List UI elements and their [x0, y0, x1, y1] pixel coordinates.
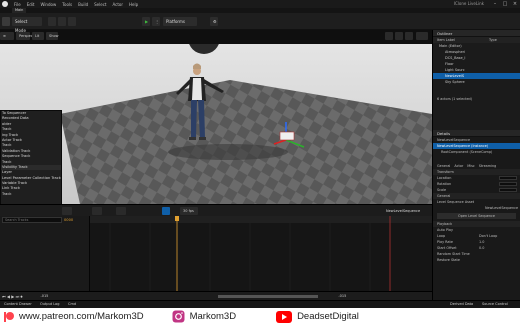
add-track-menu: To Sequencer Recorded Data older Track i…: [0, 110, 62, 212]
lit-button[interactable]: Lit: [32, 32, 44, 40]
sequence-name: NewLevelSequence: [386, 209, 421, 213]
outliner-header-type[interactable]: Type: [489, 37, 497, 43]
play-options-icon[interactable]: ⋮: [152, 17, 160, 26]
main-toolbar: Select Mode ▶ ⋮ Platforms ⚙: [0, 13, 520, 33]
outliner-header-label[interactable]: Item Label: [437, 38, 455, 42]
play-rate-label: Play Rate: [437, 240, 453, 244]
menu-select[interactable]: Select: [94, 2, 106, 7]
youtube-handle[interactable]: DeadsetDigital: [297, 311, 359, 322]
show-button[interactable]: Show: [46, 32, 58, 40]
lit-label: Lit: [35, 34, 40, 38]
scale-field[interactable]: [499, 188, 517, 192]
level-viewport[interactable]: [0, 44, 432, 204]
sky-sphere-gizmo: [189, 44, 219, 54]
timeline-grid[interactable]: [90, 216, 432, 291]
rotation-label: Rotation: [437, 182, 452, 186]
sequencer-transport: ⏮ ◀ ▶ ⏭ ⏺ -015 -015: [0, 291, 432, 300]
show-label: Show: [49, 34, 59, 38]
derived-data-button[interactable]: Derived Data: [450, 302, 473, 306]
fps-label: 30 fps: [183, 209, 194, 213]
source-control-button[interactable]: Source Control: [482, 302, 508, 306]
instagram-icon: [172, 310, 185, 323]
instagram-handle[interactable]: Markom3D: [190, 311, 236, 322]
key-icon[interactable]: [92, 207, 102, 215]
maximize-icon[interactable]: □: [502, 1, 508, 7]
location-field[interactable]: [499, 176, 517, 180]
menu-item-track-4[interactable]: Track: [1, 192, 61, 197]
start-offset-label: Start Offset: [437, 246, 457, 250]
select-mode-dropdown[interactable]: Select Mode: [12, 17, 42, 33]
fps-dropdown[interactable]: 30 fps: [180, 207, 198, 215]
sequencer-toolbar: 30 fps NewLevelSequence: [0, 204, 432, 216]
unreal-logo-icon[interactable]: [2, 1, 8, 7]
transport-controls[interactable]: ⏮ ◀ ▶ ⏭ ⏺: [2, 294, 22, 299]
outliner-count: 6 actors (1 selected): [437, 97, 473, 101]
menu-tools[interactable]: Tools: [62, 2, 72, 7]
menu-file[interactable]: File: [14, 2, 21, 7]
outliner-title: Outliner: [433, 30, 520, 37]
patreon-url[interactable]: www.patreon.com/Markom3D: [19, 311, 144, 322]
window-controls: – □ ×: [492, 0, 518, 8]
current-frame: 0000: [64, 218, 74, 222]
snap-icon[interactable]: [116, 207, 126, 215]
checker-floor: [60, 80, 432, 204]
menu-window[interactable]: Window: [40, 2, 56, 7]
scale-label: Scale: [437, 188, 447, 192]
menu-bar: File Edit Window Tools Build Select Acto…: [0, 0, 520, 8]
viewport-toolbar: ≡ Perspective Lit Show: [0, 30, 432, 44]
menu-edit[interactable]: Edit: [27, 2, 35, 7]
cmd-button[interactable]: Cmd: [68, 302, 76, 306]
timecode-right: -015: [338, 294, 347, 298]
viewport-menu-button[interactable]: ≡: [0, 32, 14, 40]
blueprint-icon[interactable]: [58, 17, 66, 26]
details-title: Details: [433, 130, 520, 137]
auto-play-label: Auto Play: [437, 228, 454, 232]
minimize-icon[interactable]: –: [492, 1, 498, 7]
location-label: Location: [437, 176, 452, 180]
save-icon[interactable]: [2, 17, 10, 26]
outliner-panel: Outliner Item Label Type Main (Editor) A…: [432, 30, 520, 130]
sequencer-track-area: Search Tracks 0000: [0, 216, 432, 291]
asset-label: Level Sequence Asset: [437, 200, 475, 204]
grid-snap-icon[interactable]: [385, 32, 393, 40]
close-icon[interactable]: ×: [512, 1, 518, 7]
cinematics-icon[interactable]: [68, 17, 76, 26]
content-drawer-button[interactable]: Content Drawer: [4, 302, 32, 306]
menu-actor[interactable]: Actor: [112, 2, 123, 7]
asset-value[interactable]: NewLevelSequence: [433, 205, 520, 211]
settings-icon[interactable]: ⚙: [210, 17, 218, 26]
snap-toggle-icon[interactable]: [162, 207, 170, 215]
play-icon[interactable]: ▶: [142, 17, 150, 26]
menu-help[interactable]: Help: [129, 2, 138, 7]
platforms-dropdown[interactable]: Platforms: [163, 17, 197, 26]
viewport-scene: [60, 44, 432, 204]
restore-state-row[interactable]: Restore State: [433, 257, 520, 263]
social-banner: www.patreon.com/Markom3D Markom3D Deadse…: [0, 308, 520, 325]
youtube-icon: [276, 310, 293, 323]
open-level-sequence-button[interactable]: Open Level Sequence: [437, 213, 516, 219]
rotation-field[interactable]: [499, 182, 517, 186]
details-panel: Details NewLevelSequence NewLevelSequenc…: [432, 130, 520, 300]
rotation-snap-icon[interactable]: [395, 32, 403, 40]
platforms-label: Platforms: [166, 19, 185, 24]
timecode-left: -015: [40, 294, 49, 298]
outliner-header: Item Label Type: [433, 37, 520, 43]
track-list: Search Tracks 0000: [0, 216, 90, 291]
character-shadow: [168, 144, 288, 160]
details-root-component[interactable]: RootComponent (SceneComp): [433, 149, 520, 155]
timeline-scrollbar[interactable]: [218, 294, 319, 298]
scale-snap-icon[interactable]: [405, 32, 413, 40]
outliner-row[interactable]: Sky Sphere: [433, 79, 520, 85]
camera-speed-icon[interactable]: [416, 32, 428, 40]
output-log-button[interactable]: Output Log: [40, 302, 60, 306]
menu-build[interactable]: Build: [78, 2, 88, 7]
patreon-icon: [4, 311, 14, 322]
add-content-icon[interactable]: [48, 17, 56, 26]
perspective-button[interactable]: Perspective: [16, 32, 39, 40]
project-name: IClone LiveLink: [453, 1, 484, 6]
search-tracks-input[interactable]: Search Tracks: [2, 217, 62, 223]
filter-icon[interactable]: [62, 207, 72, 215]
loop-label: Loop: [437, 234, 446, 238]
